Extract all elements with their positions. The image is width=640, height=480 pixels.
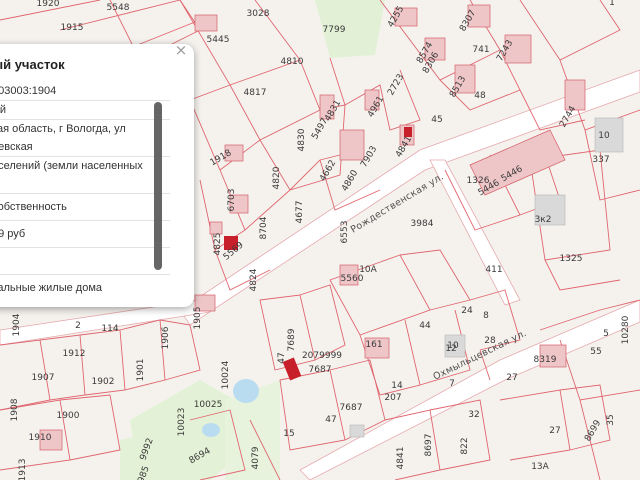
ownership-form: собственность (0, 194, 170, 221)
parcel-label: 6553 (340, 221, 350, 244)
parcel-label: 1910 (29, 433, 52, 443)
parcel-label: 10 (598, 131, 610, 141)
parcel-label: 4079 (251, 446, 261, 469)
parcel-label: 3028 (247, 9, 270, 19)
cadastral-number: 503003:1904 (0, 82, 170, 101)
cadastral-value: 59 руб (0, 221, 170, 248)
parcel-label: 13А (531, 462, 549, 472)
popup-attribute-list: 503003:1904 ый кая область, г Вологда, у… (0, 82, 170, 301)
parcel-label: 10 (447, 341, 459, 351)
parcel-label: 1915 (61, 23, 84, 33)
parcel-label: 1904 (12, 313, 22, 336)
parcel-info-popup: ый участок × 503003:1904 ый кая область,… (0, 44, 194, 307)
parcel-label: 10023 (177, 408, 187, 437)
parcel-label: 5 (603, 329, 609, 339)
parcel-label: 4841 (396, 447, 406, 470)
parcel-label: 2 (75, 321, 81, 331)
parcel-label: 4820 (272, 166, 282, 189)
parcel-label: 1906 (161, 326, 171, 349)
parcel-label: 10025 (194, 400, 223, 410)
parcel-label: 2079999 (302, 351, 342, 361)
parcel-label: 14 (391, 381, 403, 391)
parcel-label: 1907 (32, 373, 55, 383)
parcel-label: 7799 (323, 25, 346, 35)
popup-scrollbar[interactable] (154, 102, 162, 270)
parcel-label: 5560 (341, 274, 364, 284)
parcel-label: 15 (283, 429, 294, 439)
area-unit: л (0, 248, 170, 275)
parcel-type: ый (0, 101, 170, 120)
parcel-label: 4817 (244, 88, 267, 98)
parcel-label: 8 (483, 311, 489, 321)
parcel-label: 47 (277, 352, 287, 363)
parcel-label: 5548 (107, 3, 130, 13)
parcel-label: 5445 (207, 35, 230, 45)
parcel-label: 1905 (193, 307, 203, 330)
parcel-label: 27 (506, 373, 517, 383)
parcel-label: 3984 (411, 219, 434, 229)
parcel-label: 1 (609, 0, 615, 8)
parcel-label: 55 (590, 347, 601, 357)
parcel-label: 741 (472, 45, 489, 55)
parcel-label: 7687 (340, 403, 363, 413)
parcel-label: 7689 (287, 328, 297, 351)
parcel-label: 4830 (297, 128, 307, 151)
parcel-label: 48 (474, 91, 486, 101)
land-category-line-2: ) (0, 175, 170, 194)
address-line-1: кая область, г Вологда, ул (0, 123, 126, 135)
parcel-label: 411 (485, 265, 502, 275)
parcel-label: 4810 (281, 57, 304, 67)
parcel-label: 10280 (621, 315, 631, 344)
parcel-label: 4825 (213, 233, 223, 256)
close-icon[interactable]: × (174, 44, 188, 58)
parcel-label: 1912 (63, 349, 86, 359)
parcel-label: 7687 (309, 365, 332, 375)
parcel-label: 1920 (37, 0, 60, 9)
parcel-label: 161 (365, 340, 382, 350)
parcel-label: 10024 (221, 360, 231, 389)
parcel-label: 1902 (92, 377, 115, 387)
popup-title: ый участок (0, 57, 65, 72)
address-line-2: цевская (0, 138, 170, 157)
parcel-label: 1900 (57, 411, 80, 421)
parcel-label: 207 (384, 393, 401, 403)
parcel-label: 1908 (10, 398, 20, 421)
parcel-label: 45 (431, 115, 442, 125)
parcel-label: 114 (101, 324, 118, 334)
parcel-label: 337 (592, 155, 609, 165)
parcel-label: 4824 (249, 268, 259, 291)
parcel-label: 6703 (227, 189, 237, 212)
parcel-label: 8697 (424, 434, 434, 457)
parcel-label: 822 (460, 437, 470, 454)
parcel-label: 24 (461, 306, 473, 316)
parcel-label: 8704 (259, 216, 269, 239)
land-category-line-1: оселений (земли населенных (0, 160, 143, 172)
parcel-label: 47 (325, 415, 336, 425)
parcel-label: 1901 (136, 359, 146, 382)
parcel-label: 8319 (534, 355, 557, 365)
parcel-label: 28 (484, 336, 496, 346)
parcel-label: 1325 (560, 254, 583, 264)
parcel-label: 7 (449, 379, 455, 389)
parcel-label: 44 (419, 321, 431, 331)
parcel-label: 3к2 (535, 215, 552, 225)
parcel-label: 32 (468, 410, 479, 420)
parcel-label: 27 (549, 426, 560, 436)
parcel-label: 4677 (295, 201, 305, 224)
permitted-use: уальные жилые дома (0, 282, 103, 294)
parcel-label: 35 (606, 414, 616, 425)
parcel-label: 1913 (18, 459, 28, 480)
